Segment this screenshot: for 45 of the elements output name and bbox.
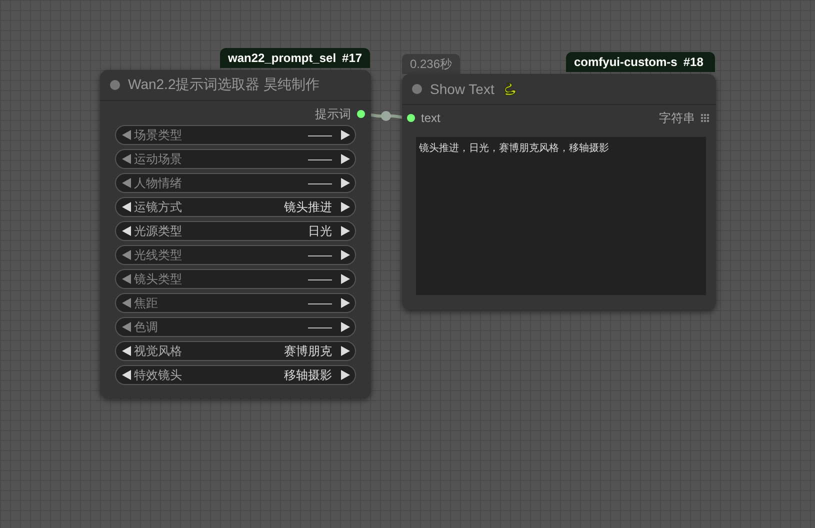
input-label: text <box>421 111 442 125</box>
combo-widget[interactable]: 光源类型 日光 <box>115 221 356 241</box>
right-arrow-icon[interactable] <box>341 202 350 212</box>
input-socket[interactable] <box>407 114 415 122</box>
snake-icon <box>502 81 518 97</box>
node-type-label: comfyui-custom-s <box>574 55 678 69</box>
node-title: Show Text <box>430 81 494 97</box>
input-type-label: 字符串 <box>659 110 695 126</box>
right-arrow-icon[interactable] <box>341 322 350 332</box>
right-arrow-icon[interactable] <box>341 274 350 284</box>
combo-widget[interactable]: 场景类型 —— <box>115 125 356 145</box>
node-id-label: #18 <box>683 55 704 69</box>
collapse-dot[interactable] <box>110 80 120 90</box>
right-arrow-icon[interactable] <box>341 250 350 260</box>
combo-widget[interactable]: 运镜方式 镜头推进 <box>115 197 356 217</box>
left-arrow-icon[interactable] <box>122 226 131 236</box>
output-socket[interactable] <box>357 110 365 118</box>
combo-widget[interactable]: 焦距 —— <box>115 293 356 313</box>
right-arrow-icon[interactable] <box>341 226 350 236</box>
right-arrow-icon[interactable] <box>341 154 350 164</box>
node-card[interactable]: Show Text text 字符串 镜头推进，日光，赛博朋克风格，移轴摄影 <box>402 74 716 310</box>
node-card[interactable]: Wan2.2提示词选取器 昊纯制作 提示词 场景类型 —— 运动场景 —— 人物情绪 —— 运镜方式 镜头推进 光源类型 日光 光线类型 —— 镜头类型 —— 焦距 —— 色调 —— 视觉风格 赛博朋克 特效镜头 移轴摄影 <box>100 70 371 398</box>
right-arrow-icon[interactable] <box>341 370 350 380</box>
combo-widget[interactable]: 特效镜头 移轴摄影 <box>115 365 356 385</box>
output-label: 提示词 <box>315 106 351 122</box>
combo-widget[interactable]: 视觉风格 赛博朋克 <box>115 341 356 361</box>
combo-widget[interactable]: 人物情绪 —— <box>115 173 356 193</box>
right-arrow-icon[interactable] <box>341 298 350 308</box>
node-title: Wan2.2提示词选取器 昊纯制作 <box>128 76 320 94</box>
combo-widget[interactable]: 色调 —— <box>115 317 356 337</box>
left-arrow-icon[interactable] <box>122 370 131 380</box>
combo-widget[interactable]: 运动场景 —— <box>115 149 356 169</box>
right-arrow-icon[interactable] <box>341 130 350 140</box>
collapse-dot[interactable] <box>412 84 422 94</box>
grip-icon[interactable] <box>701 114 710 122</box>
execution-time-label: 0.236秒 <box>410 57 452 71</box>
combo-widget[interactable]: 镜头类型 —— <box>115 269 356 289</box>
left-arrow-icon[interactable] <box>122 202 131 212</box>
right-arrow-icon[interactable] <box>341 178 350 188</box>
node-type-label: wan22_prompt_sel <box>228 51 336 65</box>
text-area[interactable]: 镜头推进，日光，赛博朋克风格，移轴摄影 <box>416 137 706 295</box>
node-id-label: #17 <box>342 51 362 65</box>
combo-widget[interactable]: 光线类型 —— <box>115 245 356 265</box>
left-arrow-icon[interactable] <box>122 346 131 356</box>
right-arrow-icon[interactable] <box>341 346 350 356</box>
